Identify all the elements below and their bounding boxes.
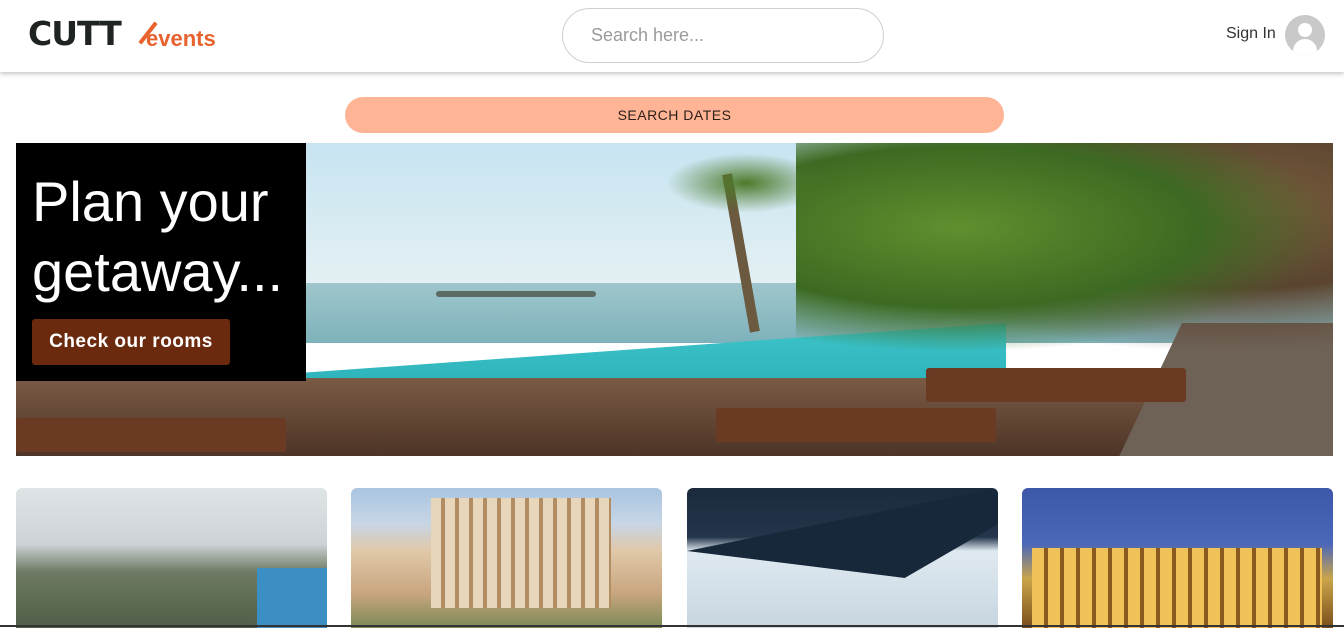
room-card-1[interactable]	[16, 488, 327, 628]
card-image-palace	[1032, 548, 1322, 628]
room-card-2[interactable]	[351, 488, 662, 628]
logo-subtext: events	[146, 26, 216, 51]
hero-lounger	[716, 408, 996, 442]
sign-in-link[interactable]: Sign In	[1226, 25, 1276, 43]
brand-logo[interactable]: CUTT events	[28, 14, 228, 54]
avatar-head-shape	[1298, 23, 1312, 37]
card-image-building	[431, 498, 611, 608]
hero-headline: Plan your getaway...	[32, 170, 284, 303]
card-image-shade-sail	[687, 488, 998, 578]
logo-text: CUTT	[28, 14, 122, 53]
hero-island	[436, 291, 596, 297]
hero-lounger	[16, 418, 286, 452]
hero-trees	[796, 143, 1333, 353]
promo-panel: Plan your getaway... Check our rooms	[16, 143, 306, 381]
top-navigation-bar: CUTT events Sign In	[0, 0, 1344, 72]
room-card-3[interactable]	[687, 488, 998, 628]
hero-lounger	[926, 368, 1186, 402]
user-avatar-icon[interactable]	[1285, 15, 1325, 55]
hero-palm-leaves	[666, 153, 826, 213]
avatar-body-shape	[1293, 39, 1317, 55]
room-card-4[interactable]	[1022, 488, 1333, 628]
card-image-water	[257, 568, 327, 628]
search-input[interactable]	[562, 8, 884, 63]
search-dates-button[interactable]: SEARCH DATES	[345, 97, 1004, 133]
check-rooms-button[interactable]: Check our rooms	[32, 319, 230, 365]
